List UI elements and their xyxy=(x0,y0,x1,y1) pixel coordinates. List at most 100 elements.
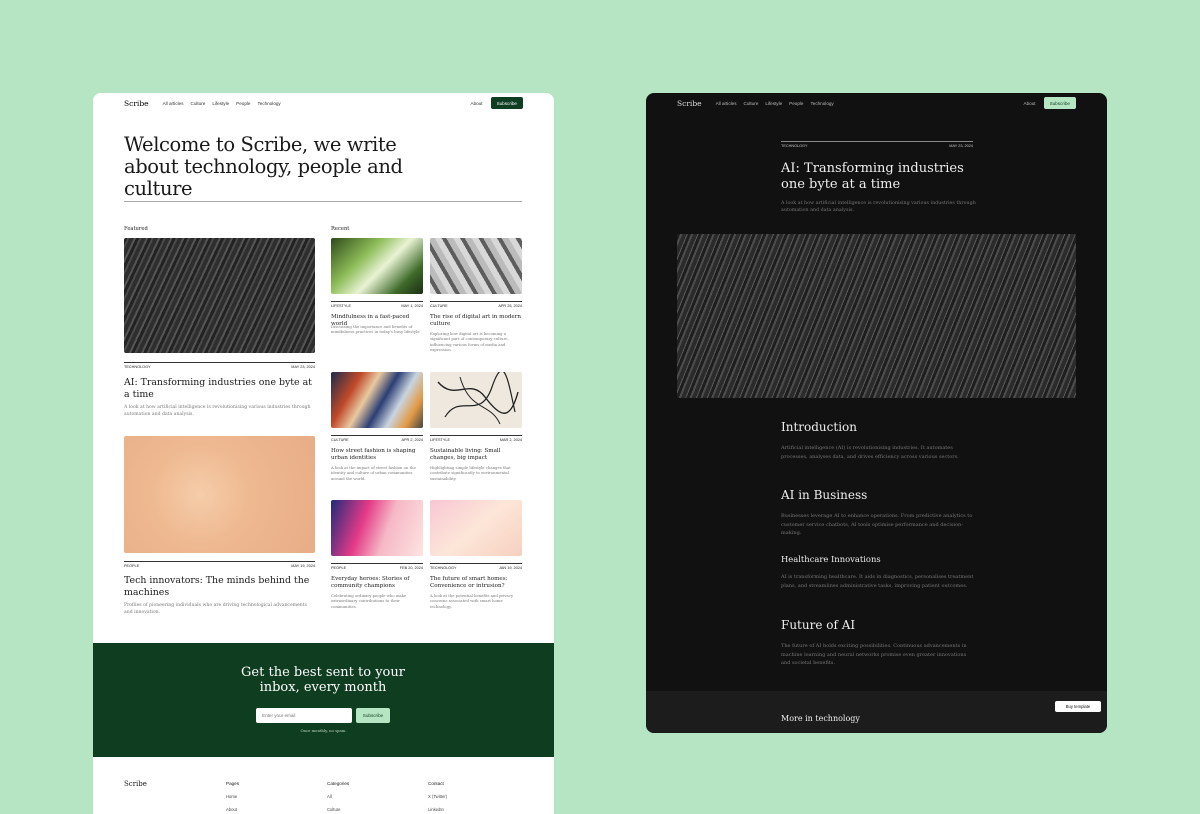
subscribe-button[interactable]: Subscribe xyxy=(1043,97,1076,109)
footer-heading-pages: Pages xyxy=(226,781,240,786)
featured-image-innovators[interactable] xyxy=(124,436,315,553)
post-date: JAN 19, 2024 xyxy=(498,566,522,570)
footer-link-linkedin[interactable]: LinkedIn xyxy=(428,807,444,812)
featured-label: Featured xyxy=(124,226,148,232)
footer-link-all[interactable]: All xyxy=(327,794,332,799)
newsletter-subscribe-button[interactable]: Subscribe xyxy=(356,708,390,723)
nav-link-people[interactable]: People xyxy=(789,101,803,106)
recent-title[interactable]: The rise of digital art in modern cultur… xyxy=(430,314,522,328)
category-tag: PEOPLE xyxy=(124,564,140,568)
recent-desc: Discussing the importance and benefits o… xyxy=(331,324,420,335)
nav-link-about[interactable]: About xyxy=(1024,101,1036,106)
nav-link-technology[interactable]: Technology xyxy=(810,101,833,106)
recent-meta: LIFESTYLE MAY 1, 2024 xyxy=(331,301,423,308)
section-body: Businesses leverage AI to enhance operat… xyxy=(781,513,973,537)
recent-desc: A look at the impact of street fashion o… xyxy=(331,465,416,481)
newsletter-section: Get the best sent to your inbox, every m… xyxy=(93,643,554,757)
category-tag: TECHNOLOGY xyxy=(781,144,808,148)
recent-meta: CULTURE APR 25, 2024 xyxy=(430,301,522,308)
recent-meta: LIFESTYLE MAR 2, 2024 xyxy=(430,435,522,442)
recent-meta: PEOPLE FEB 20, 2024 xyxy=(331,563,423,570)
brand-logo[interactable]: Scribe xyxy=(124,99,149,108)
nav-link-lifestyle[interactable]: Lifestyle xyxy=(212,101,229,106)
buy-template-button[interactable]: Buy template xyxy=(1055,701,1101,712)
category-tag: TECHNOLOGY xyxy=(430,566,457,570)
section-heading-introduction: Introduction xyxy=(781,420,857,434)
nav-link-lifestyle[interactable]: Lifestyle xyxy=(765,101,782,106)
recent-title[interactable]: Everyday heroes: Stories of community ch… xyxy=(331,576,423,590)
nav-link-all-articles[interactable]: All articles xyxy=(716,101,737,106)
post-date: APR 25, 2024 xyxy=(498,304,522,308)
section-body: Artificial intelligence (AI) is revoluti… xyxy=(781,445,959,460)
light-page: Scribe All articles Culture Lifestyle Pe… xyxy=(93,93,554,814)
footer-link-about[interactable]: About xyxy=(226,807,237,812)
recent-title[interactable]: Sustainable living: Small changes, big i… xyxy=(430,448,522,462)
footer-brand[interactable]: Scribe xyxy=(124,780,147,788)
article-title: AI: Transforming industries one byte at … xyxy=(781,161,964,192)
footer-link-home[interactable]: Home xyxy=(226,794,237,799)
nav-link-about[interactable]: About xyxy=(471,101,483,106)
top-nav: Scribe All articles Culture Lifestyle Pe… xyxy=(646,93,1107,113)
recent-image[interactable] xyxy=(430,238,522,294)
newsletter-heading: Get the best sent to your inbox, every m… xyxy=(241,665,405,695)
article-desc: A look at how artificial intelligence is… xyxy=(781,201,976,213)
section-body: AI is transforming healthcare. It aids i… xyxy=(781,574,974,589)
featured-title[interactable]: Tech innovators: The minds behind the ma… xyxy=(124,575,315,598)
recent-image[interactable] xyxy=(331,500,423,556)
category-tag: CULTURE xyxy=(331,438,349,442)
section-heading-healthcare: Healthcare Innovations xyxy=(781,554,881,564)
category-tag: CULTURE xyxy=(430,304,448,308)
recent-image[interactable] xyxy=(331,372,423,428)
recent-image[interactable] xyxy=(430,500,522,556)
nav-link-all-articles[interactable]: All articles xyxy=(163,101,184,106)
recent-meta: CULTURE APR 2, 2024 xyxy=(331,435,423,442)
divider xyxy=(124,201,522,202)
newsletter-note: Once monthly, no spam. xyxy=(300,728,347,733)
featured-title[interactable]: AI: Transforming industries one byte at … xyxy=(124,377,315,400)
recent-label: Recent xyxy=(331,226,350,232)
nav-link-people[interactable]: People xyxy=(236,101,250,106)
section-heading-business: AI in Business xyxy=(781,488,868,502)
category-tag: PEOPLE xyxy=(331,566,347,570)
category-tag: LIFESTYLE xyxy=(331,304,352,308)
featured-desc: Profiles of pioneering individuals who a… xyxy=(124,603,307,615)
brand-logo[interactable]: Scribe xyxy=(677,99,702,108)
recent-title[interactable]: How street fashion is shaping urban iden… xyxy=(331,448,423,462)
recent-desc: Highlighting simple lifestyle changes th… xyxy=(430,465,511,481)
section-heading-future: Future of AI xyxy=(781,618,856,632)
featured-image-ai[interactable] xyxy=(124,238,315,353)
post-date: MAR 2, 2024 xyxy=(499,438,522,442)
dark-article-page: Scribe All articles Culture Lifestyle Pe… xyxy=(646,93,1107,733)
recent-desc: Celebrating ordinary people who make ext… xyxy=(331,593,407,609)
post-date: MAY 23, 2024 xyxy=(291,365,315,369)
article-meta: TECHNOLOGY MAY 23, 2024 xyxy=(781,141,973,148)
recent-image[interactable] xyxy=(331,238,423,294)
post-date: MAY 23, 2024 xyxy=(949,144,973,148)
more-section xyxy=(646,691,1107,733)
footer-link-culture[interactable]: Culture xyxy=(327,807,341,812)
recent-desc: A look at the potential benefits and pri… xyxy=(430,593,514,609)
section-body: The future of AI holds exciting possibil… xyxy=(781,643,967,667)
recent-meta: TECHNOLOGY JAN 19, 2024 xyxy=(430,563,522,570)
top-nav: Scribe All articles Culture Lifestyle Pe… xyxy=(93,93,554,113)
nav-link-culture[interactable]: Culture xyxy=(744,101,759,106)
subscribe-button[interactable]: Subscribe xyxy=(490,97,523,109)
recent-image[interactable] xyxy=(430,372,522,428)
nav-link-culture[interactable]: Culture xyxy=(191,101,206,106)
post-date: FEB 20, 2024 xyxy=(399,566,423,570)
more-in-technology-heading: More in technology xyxy=(781,714,860,723)
nav-link-technology[interactable]: Technology xyxy=(257,101,280,106)
featured-meta: PEOPLE MAY 19, 2024 xyxy=(124,561,315,568)
footer-heading-categories: Categories xyxy=(327,781,350,786)
footer-heading-contact: Contact xyxy=(428,781,444,786)
footer-link-twitter[interactable]: X (Twitter) xyxy=(428,794,447,799)
email-input[interactable] xyxy=(256,708,352,723)
post-date: APR 2, 2024 xyxy=(401,438,423,442)
featured-meta: TECHNOLOGY MAY 23, 2024 xyxy=(124,362,315,369)
hero-heading: Welcome to Scribe, we write about techno… xyxy=(124,133,403,200)
featured-desc: A look at how artificial intelligence is… xyxy=(124,405,311,417)
category-tag: LIFESTYLE xyxy=(430,438,451,442)
category-tag: TECHNOLOGY xyxy=(124,365,151,369)
recent-title[interactable]: The future of smart homes: Convenience o… xyxy=(430,576,522,590)
recent-desc: Exploring how digital art is becoming a … xyxy=(430,331,509,353)
